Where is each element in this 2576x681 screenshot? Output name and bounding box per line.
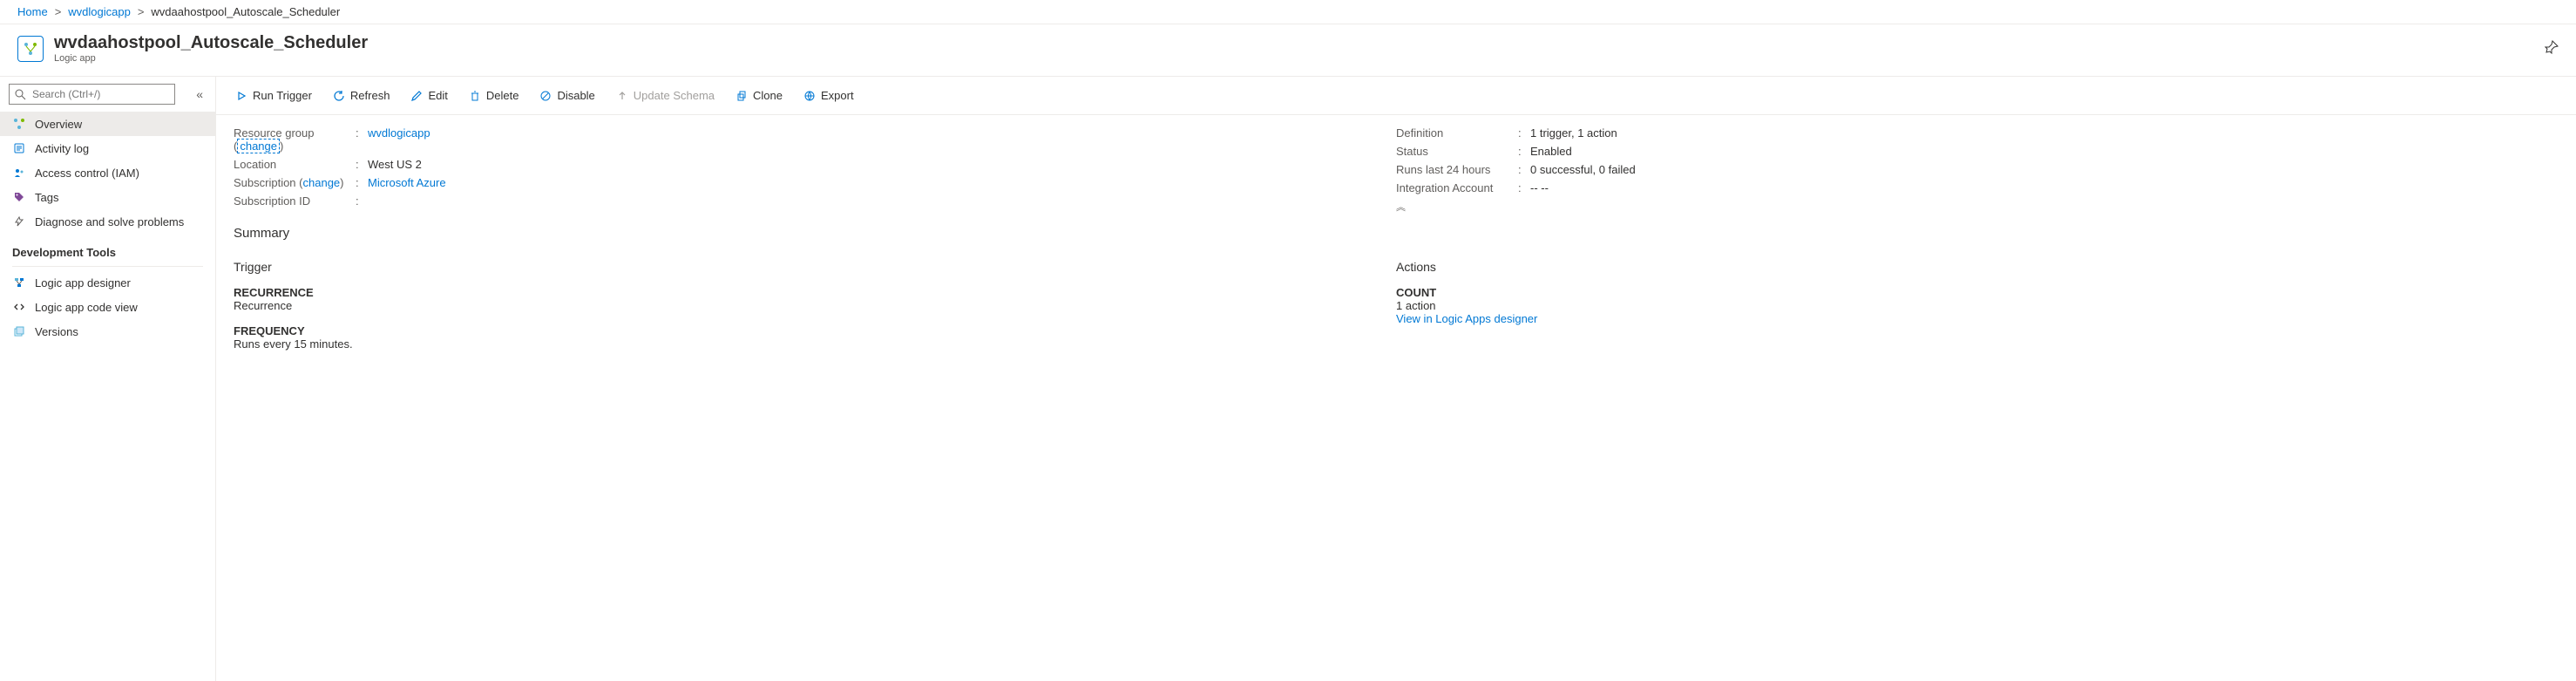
export-button[interactable]: Export [795, 84, 863, 107]
essentials-panel: Resource group (change) : wvdlogicapp Lo… [216, 115, 2576, 212]
definition-value: 1 trigger, 1 action [1530, 126, 1617, 140]
refresh-button[interactable]: Refresh [324, 84, 399, 107]
overview-icon [12, 117, 26, 131]
sidebar-item-label: Tags [35, 191, 58, 204]
sidebar-item-overview[interactable]: Overview [0, 112, 215, 136]
sidebar-item-tags[interactable]: Tags [0, 185, 215, 209]
toolbar-label: Update Schema [634, 89, 715, 102]
sidebar-item-code-view[interactable]: Logic app code view [0, 295, 215, 319]
status-label: Status [1396, 145, 1518, 158]
code-view-icon [12, 300, 26, 314]
diagnose-icon [12, 215, 26, 228]
trigger-heading: Trigger [234, 260, 1396, 274]
breadcrumb-sep: > [55, 5, 62, 18]
count-value: 1 action [1396, 299, 2559, 312]
status-value: Enabled [1530, 145, 1572, 158]
subscription-id-label: Subscription ID [234, 194, 356, 208]
integration-label: Integration Account [1396, 181, 1518, 194]
sidebar-section-title: Development Tools [0, 234, 215, 264]
collapse-essentials-button[interactable]: ︽ [1396, 200, 1406, 214]
iam-icon [12, 166, 26, 180]
toolbar-label: Clone [753, 89, 783, 102]
sidebar-item-label: Access control (IAM) [35, 167, 139, 180]
resource-group-change-link[interactable]: change [237, 139, 280, 153]
frequency-label: FREQUENCY [234, 324, 1396, 337]
summary-section: Summary Trigger RECURRENCE Recurrence FR… [216, 212, 2576, 377]
resource-group-value[interactable]: wvdlogicapp [368, 126, 430, 153]
page-header: wvdaahostpool_Autoscale_Scheduler Logic … [0, 24, 2576, 77]
runs-label: Runs last 24 hours [1396, 163, 1518, 176]
clone-icon [736, 90, 748, 102]
summary-title: Summary [234, 226, 2559, 241]
page-title: wvdaahostpool_Autoscale_Scheduler [54, 33, 368, 53]
sidebar-item-label: Overview [35, 118, 82, 131]
sidebar-item-activity-log[interactable]: Activity log [0, 136, 215, 160]
versions-icon [12, 324, 26, 338]
main-content: Run Trigger Refresh Edit Delete Disable … [216, 77, 2576, 681]
toolbar-label: Export [821, 89, 854, 102]
update-schema-button: Update Schema [607, 84, 723, 107]
recurrence-value: Recurrence [234, 299, 1396, 312]
subscription-change-link[interactable]: change [303, 176, 341, 189]
toolbar-label: Run Trigger [253, 89, 312, 102]
disable-icon [539, 90, 552, 102]
activity-log-icon [12, 141, 26, 155]
runs-value: 0 successful, 0 failed [1530, 163, 1636, 176]
tags-icon [12, 190, 26, 204]
count-label: COUNT [1396, 286, 2559, 299]
delete-button[interactable]: Delete [460, 84, 528, 107]
sidebar-section-rule [12, 266, 203, 267]
subscription-label: Subscription (change) [234, 176, 356, 189]
clone-button[interactable]: Clone [727, 84, 791, 107]
edit-icon [410, 90, 423, 102]
breadcrumb-current: wvdaahostpool_Autoscale_Scheduler [151, 5, 340, 18]
page-subtitle: Logic app [54, 53, 368, 64]
sidebar-item-iam[interactable]: Access control (IAM) [0, 160, 215, 185]
toolbar-label: Delete [486, 89, 519, 102]
view-designer-link[interactable]: View in Logic Apps designer [1396, 312, 1537, 325]
run-trigger-button[interactable]: Run Trigger [227, 84, 321, 107]
location-value: West US 2 [368, 158, 422, 171]
sidebar-item-label: Versions [35, 325, 78, 338]
sidebar-item-label: Logic app code view [35, 301, 138, 314]
breadcrumb-sep: > [138, 5, 145, 18]
play-icon [235, 90, 247, 102]
edit-button[interactable]: Edit [402, 84, 456, 107]
designer-icon [12, 276, 26, 289]
toolbar: Run Trigger Refresh Edit Delete Disable … [216, 77, 2576, 115]
sidebar: « Overview Activity log Access control (… [0, 77, 216, 681]
search-icon [14, 88, 26, 100]
breadcrumb-home[interactable]: Home [17, 5, 48, 18]
frequency-value: Runs every 15 minutes. [234, 337, 1396, 351]
sidebar-item-label: Activity log [35, 142, 89, 155]
sidebar-item-versions[interactable]: Versions [0, 319, 215, 344]
subscription-value[interactable]: Microsoft Azure [368, 176, 446, 189]
breadcrumb: Home > wvdlogicapp > wvdaahostpool_Autos… [0, 0, 2576, 24]
breadcrumb-parent[interactable]: wvdlogicapp [68, 5, 131, 18]
pin-button[interactable] [2545, 40, 2559, 57]
toolbar-label: Refresh [350, 89, 390, 102]
upload-icon [616, 90, 628, 102]
collapse-sidebar-button[interactable]: « [193, 87, 207, 101]
sidebar-item-label: Logic app designer [35, 276, 131, 289]
refresh-icon [333, 90, 345, 102]
logic-app-icon [17, 36, 44, 62]
disable-button[interactable]: Disable [531, 84, 603, 107]
sidebar-item-label: Diagnose and solve problems [35, 215, 184, 228]
sidebar-item-diagnose[interactable]: Diagnose and solve problems [0, 209, 215, 234]
location-label: Location [234, 158, 356, 171]
sidebar-item-designer[interactable]: Logic app designer [0, 270, 215, 295]
delete-icon [469, 90, 481, 102]
definition-label: Definition [1396, 126, 1518, 140]
integration-value: -- -- [1530, 181, 1549, 194]
recurrence-label: RECURRENCE [234, 286, 1396, 299]
resource-group-label: Resource group (change) [234, 126, 356, 153]
export-icon [803, 90, 816, 102]
toolbar-label: Edit [428, 89, 447, 102]
actions-heading: Actions [1396, 260, 2559, 274]
toolbar-label: Disable [557, 89, 594, 102]
search-input[interactable] [9, 84, 175, 105]
